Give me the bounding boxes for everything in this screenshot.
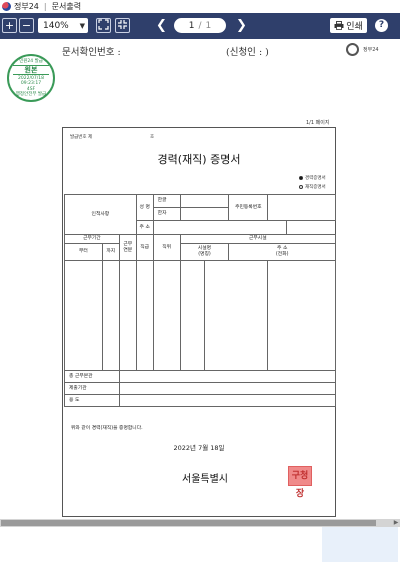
fit-page-button[interactable] xyxy=(115,18,130,33)
toolbar: + − 140% ▼ ❮ 1 / 1 ❯ 인쇄 ? xyxy=(0,13,400,39)
zoom-value: 140% xyxy=(43,20,69,31)
page-count-label: 1/1 페이지 xyxy=(306,120,330,126)
page-slash: / xyxy=(198,20,202,31)
fit-page-icon xyxy=(118,20,127,29)
cell-hanja: 한자 xyxy=(152,207,181,221)
cell-resident-no-value xyxy=(267,194,336,221)
cell-facility-address: 주 소 (전화) xyxy=(228,243,336,261)
stamp-mid: 원본 xyxy=(13,65,49,76)
fit-width-icon xyxy=(98,19,109,30)
title-separator: | xyxy=(43,1,47,11)
cell-purpose-value xyxy=(118,394,337,407)
stamp-bottom: 행정안전부 발급 xyxy=(15,91,47,97)
gov24-logo-icon xyxy=(2,1,11,11)
print-label: 인쇄 xyxy=(346,22,363,32)
cell-position: 직급 xyxy=(135,234,154,261)
next-page-button[interactable]: ❯ xyxy=(236,17,247,34)
cell-submit-to: 제출기관 xyxy=(64,382,120,395)
prev-page-button[interactable]: ❮ xyxy=(156,17,167,34)
cell-purpose: 용 도 xyxy=(64,394,120,407)
horizontal-scrollbar[interactable]: ▶ xyxy=(0,519,400,527)
page-number-box[interactable]: 1 / 1 xyxy=(174,18,226,33)
cell-hanja-value xyxy=(179,207,230,221)
radio-selected-icon xyxy=(299,175,303,180)
certificate-page: 발급번호 제 호 경력(재직) 증명서 경력증명서 재직증명서 인적사항 성 명… xyxy=(62,127,337,517)
doc-logo-text: 정부24 xyxy=(363,47,379,53)
zoom-select[interactable]: 140% ▼ xyxy=(38,18,88,33)
bottom-area xyxy=(0,527,400,562)
radio-unselected-icon xyxy=(299,184,303,189)
doc-number-label: 문서확인번호 : xyxy=(62,47,121,58)
empty-record-row xyxy=(64,260,336,371)
cell-personal: 인적사항 xyxy=(64,194,137,235)
option-career: 경력증명서 xyxy=(299,175,326,181)
zoom-in-button[interactable]: + xyxy=(2,18,17,33)
cell-name: 성 명 xyxy=(135,194,154,221)
cell-to: 까지 xyxy=(101,243,120,261)
bottom-side-panel xyxy=(322,527,398,562)
cell-resident-no: 주민등록번호 xyxy=(228,194,269,221)
document-print-window: 정부24 | 문서출력 + − 140% ▼ ❮ 1 / 1 ❯ 인쇄 ? 문서… xyxy=(0,0,400,562)
confirm-text: 위와 같이 경력(재직)을 증명합니다. xyxy=(71,426,143,431)
cell-korean-value xyxy=(179,194,230,208)
issue-number-suffix: 호 xyxy=(150,135,155,140)
cell-total: 총 근무본관 xyxy=(64,370,120,383)
page-current: 1 xyxy=(188,20,195,31)
chevron-down-icon: ▼ xyxy=(79,21,85,30)
applicant-label: (신청인 : ) xyxy=(226,47,269,58)
cell-address: 주 소 xyxy=(135,220,154,235)
cell-total-value xyxy=(118,370,337,383)
cell-years: 근무 연분 xyxy=(118,234,137,261)
fit-width-button[interactable] xyxy=(96,18,111,33)
cell-workplace: 근무시설 xyxy=(179,234,337,244)
certificate-form-table: 인적사항 성 명 한글 주민등록번호 한자 주 소 근무기간 근무 연분 직급 … xyxy=(64,194,337,407)
scrollbar-thumb[interactable] xyxy=(1,520,376,526)
option-career-label: 경력증명서 xyxy=(305,176,326,181)
cell-facility-name: 시설명 (명칭) xyxy=(179,243,230,261)
option-employment-label: 재직증명서 xyxy=(305,185,326,190)
title-bar: 정부24 | 문서출력 xyxy=(0,0,400,12)
cell-korean: 한글 xyxy=(152,194,181,208)
issuer-name: 서울특별시 xyxy=(182,474,228,485)
print-button[interactable]: 인쇄 xyxy=(330,18,367,33)
gov-emblem-icon xyxy=(346,43,359,56)
cell-submit-to-value xyxy=(118,382,337,395)
scroll-right-icon[interactable]: ▶ xyxy=(392,519,400,527)
issue-number-label: 발급번호 제 xyxy=(70,135,93,140)
option-employment: 재직증명서 xyxy=(299,184,326,190)
document-viewer: 문서확인번호 : (신청인 : ) 민원24 발급 원본 2022/07/18 … xyxy=(0,39,400,519)
printer-icon xyxy=(334,21,344,30)
certificate-title: 경력(재직) 증명서 xyxy=(157,153,241,166)
window-title: 문서출력 xyxy=(51,1,82,11)
app-name: 정부24 xyxy=(14,1,39,11)
cell-from: 부터 xyxy=(64,243,103,261)
issue-stamp: 민원24 발급 원본 2022/07/18 09:23:17 4SF 행정안전부… xyxy=(7,54,55,102)
help-button[interactable]: ? xyxy=(375,19,388,32)
zoom-out-button[interactable]: − xyxy=(19,18,34,33)
cell-period: 근무기간 xyxy=(64,234,120,244)
issue-date: 2022년 7월 18일 xyxy=(173,444,225,452)
stamp-top: 민원24 발급 xyxy=(19,59,43,64)
page-total: 1 xyxy=(205,20,212,31)
official-seal: 구청장 xyxy=(288,466,312,499)
cell-address-value xyxy=(152,220,288,235)
gov24-doc-logo: 정부24 xyxy=(346,43,398,57)
cell-job: 직위 xyxy=(152,234,181,261)
